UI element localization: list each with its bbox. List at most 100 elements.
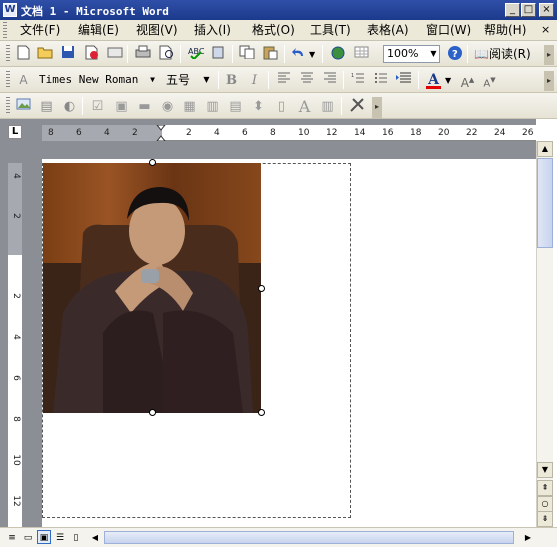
outline-view-icon[interactable]: ☰ — [53, 530, 67, 544]
reset-picture-icon[interactable]: ▥ — [318, 97, 337, 116]
read-button[interactable]: 📖阅读(R) — [474, 45, 531, 64]
grow-font-button[interactable]: A▲ — [458, 71, 477, 90]
vertical-ruler[interactable]: 4 2 2 4 6 8 10 12 — [8, 163, 22, 527]
separator — [418, 71, 419, 89]
more-brightness-icon[interactable]: ▣ — [112, 97, 131, 116]
print-layout-view-icon[interactable]: ▣ — [37, 530, 51, 544]
horizontal-scroll-thumb[interactable] — [104, 531, 514, 544]
hyperlink-icon[interactable] — [328, 45, 347, 64]
menu-help[interactable]: 帮助(H) — [481, 22, 529, 39]
paste-icon[interactable] — [260, 45, 279, 64]
menu-format[interactable]: 格式(O) — [249, 22, 298, 39]
copy-icon[interactable] — [237, 45, 256, 64]
toolbox-icon[interactable] — [347, 97, 366, 116]
spelling-icon[interactable]: ABC — [186, 45, 205, 64]
toolbar-options-icon[interactable]: ▸ — [544, 45, 554, 65]
print-icon[interactable] — [133, 45, 152, 64]
compress-icon[interactable]: ▤ — [226, 97, 245, 116]
table-icon[interactable] — [352, 45, 371, 64]
menu-insert[interactable]: 插入(I) — [191, 22, 234, 39]
close-document-button[interactable]: × — [541, 23, 550, 36]
next-page-icon[interactable]: ⇟ — [537, 511, 553, 527]
align-center-icon[interactable] — [297, 71, 316, 90]
menu-tools[interactable]: 工具(T) — [307, 22, 354, 39]
inserted-photo[interactable] — [43, 163, 261, 413]
ruler-label: 4 — [11, 173, 21, 179]
toolbar-options-icon[interactable]: ▸ — [372, 97, 382, 119]
chevron-down-icon[interactable]: ▼ — [428, 46, 439, 62]
rotate-icon[interactable]: ▦ — [180, 97, 199, 116]
menu-file[interactable]: 文件(F) — [17, 22, 63, 39]
scroll-down-icon[interactable]: ▼ — [537, 462, 553, 478]
maximize-button[interactable]: □ — [521, 3, 536, 17]
web-layout-view-icon[interactable]: ▭ — [21, 530, 35, 544]
close-button[interactable]: × — [539, 3, 554, 17]
font-name-combo[interactable]: Times New Roman ▼ — [35, 71, 159, 89]
scroll-right-icon[interactable]: ▶ — [521, 530, 535, 545]
undo-icon[interactable] — [289, 45, 308, 64]
menubar-grip[interactable] — [3, 22, 7, 38]
font-color-button[interactable]: A — [424, 71, 443, 90]
scroll-up-icon[interactable]: ▲ — [537, 141, 553, 157]
font-size-combo[interactable]: 五号 ▼ — [162, 71, 213, 89]
email-icon[interactable] — [105, 45, 124, 64]
toolbar-grip[interactable] — [6, 71, 10, 89]
toolbar-grip[interactable] — [6, 97, 10, 115]
zoom-combo[interactable]: 100% ▼ — [383, 45, 440, 63]
format-picture-icon[interactable]: ▯ — [272, 97, 291, 116]
crop-icon[interactable]: ◉ — [158, 97, 177, 116]
normal-view-icon[interactable]: ≡ — [5, 530, 19, 544]
separator — [343, 71, 344, 89]
horizontal-ruler[interactable]: 8 6 4 2 2 4 6 8 10 12 14 16 18 20 22 24 26 — [42, 124, 536, 142]
styles-icon[interactable]: A — [14, 71, 33, 90]
select-browse-object-icon[interactable]: ○ — [537, 496, 553, 512]
text-wrapping-icon[interactable]: ⬍ — [249, 97, 268, 116]
less-contrast-icon[interactable]: ☑ — [88, 97, 107, 116]
color-icon[interactable]: ▤ — [37, 97, 56, 116]
undo-dropdown-icon[interactable]: ▼ — [309, 45, 315, 64]
resize-handle-right[interactable] — [258, 285, 265, 292]
ruler-label: 16 — [382, 128, 394, 138]
scroll-left-icon[interactable]: ◀ — [88, 530, 102, 545]
menu-edit[interactable]: 编辑(E) — [75, 22, 122, 39]
print-preview-icon[interactable] — [157, 45, 176, 64]
align-right-icon[interactable] — [320, 71, 339, 90]
permission-icon[interactable] — [82, 45, 101, 64]
shrink-font-button[interactable]: A▼ — [480, 71, 499, 90]
title-bar[interactable]: W 文档 1 - Microsoft Word _ □ × — [0, 0, 557, 20]
menu-view[interactable]: 视图(V) — [133, 22, 181, 39]
menu-window[interactable]: 窗口(W) — [423, 22, 474, 39]
increase-indent-icon[interactable] — [394, 71, 413, 90]
insert-picture-icon[interactable] — [14, 97, 33, 116]
resize-handle-bottom-right[interactable] — [258, 409, 265, 416]
align-left-icon[interactable] — [274, 71, 293, 90]
menu-table[interactable]: 表格(A) — [364, 22, 412, 39]
open-icon[interactable] — [35, 45, 54, 64]
line-style-icon[interactable]: ▥ — [203, 97, 222, 116]
previous-page-icon[interactable]: ⇞ — [537, 480, 553, 496]
indent-marker[interactable] — [154, 124, 168, 142]
bold-button[interactable]: B — [222, 71, 241, 90]
minimize-button[interactable]: _ — [505, 3, 520, 17]
toolbar-options-icon[interactable]: ▸ — [544, 71, 554, 91]
set-transparent-icon[interactable]: A — [295, 97, 314, 116]
toolbar-grip[interactable] — [6, 45, 10, 63]
numbering-icon[interactable]: 1 — [348, 71, 367, 90]
research-icon[interactable] — [209, 45, 228, 64]
chevron-down-icon[interactable]: ▼ — [147, 72, 158, 88]
new-icon[interactable] — [14, 45, 33, 64]
vertical-scrollbar[interactable]: ▲ ▼ ⇞ ○ ⇟ — [536, 141, 553, 527]
chevron-down-icon[interactable]: ▼ — [201, 72, 212, 88]
tab-selector[interactable]: L — [8, 125, 22, 139]
reading-layout-view-icon[interactable]: ▯ — [69, 530, 83, 544]
italic-button[interactable]: I — [245, 71, 264, 90]
scroll-thumb[interactable] — [537, 158, 553, 248]
resize-handle-bottom[interactable] — [149, 409, 156, 416]
more-contrast-icon[interactable]: ◐ — [60, 97, 79, 116]
resize-handle-top[interactable] — [149, 159, 156, 166]
save-icon[interactable] — [58, 45, 77, 64]
help-icon[interactable]: ? — [445, 45, 464, 64]
bullets-icon[interactable] — [371, 71, 390, 90]
less-brightness-icon[interactable]: ▬ — [135, 97, 154, 116]
font-color-dropdown-icon[interactable]: ▼ — [445, 71, 451, 90]
